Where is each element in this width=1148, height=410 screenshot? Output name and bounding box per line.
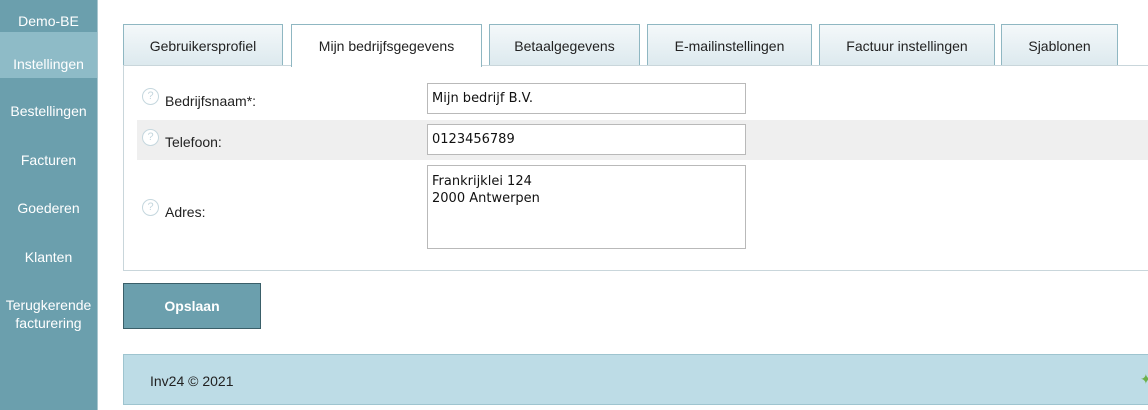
help-icon[interactable]: ?: [142, 88, 159, 105]
sidebar-item-terugkerende-facturering[interactable]: Terugkerende facturering: [0, 296, 97, 332]
sidebar-item-bestellingen[interactable]: Bestellingen: [0, 102, 97, 120]
tab-gebruikersprofiel[interactable]: Gebruikersprofiel: [123, 24, 283, 66]
leaf-icon: ✦: [1140, 371, 1148, 387]
help-icon[interactable]: ?: [142, 199, 159, 216]
help-icon[interactable]: ?: [142, 129, 159, 146]
tab-e-mailinstellingen[interactable]: E-mailinstellingen: [647, 24, 812, 66]
footer: Inv24 © 2021 ✦: [123, 354, 1148, 405]
address-label: Adres:: [165, 204, 206, 220]
tab-sjablonen[interactable]: Sjablonen: [1001, 24, 1118, 66]
company-name-input[interactable]: [427, 83, 746, 114]
phone-row: ? Telefoon:: [137, 120, 1148, 160]
address-row: ? Adres: Frankrijklei 124 2000 Antwerpen: [137, 162, 1148, 254]
sidebar-item-klanten[interactable]: Klanten: [0, 248, 97, 266]
brand-label: Demo-BE: [18, 13, 79, 29]
company-name-row: ? Bedrijfsnaam*:: [137, 78, 1148, 118]
tab-mijn-bedrijfsgegevens[interactable]: Mijn bedrijfsgegevens: [291, 24, 482, 67]
footer-copyright: Inv24 © 2021: [150, 373, 234, 389]
address-textarea[interactable]: Frankrijklei 124 2000 Antwerpen: [427, 165, 746, 249]
sidebar: Demo-BE Instellingen Bestellingen Factur…: [0, 0, 98, 410]
phone-label: Telefoon:: [165, 134, 222, 150]
company-name-label: Bedrijfsnaam*:: [165, 93, 257, 109]
save-button[interactable]: Opslaan: [123, 283, 261, 329]
tab-factuur-instellingen[interactable]: Factuur instellingen: [819, 24, 995, 66]
sidebar-item-facturen[interactable]: Facturen: [0, 151, 97, 169]
app-window: Demo-BE Instellingen Bestellingen Factur…: [0, 0, 1148, 410]
sidebar-item-instellingen[interactable]: Instellingen: [0, 32, 97, 78]
sidebar-item-goederen[interactable]: Goederen: [0, 199, 97, 217]
phone-input[interactable]: [427, 124, 746, 155]
tab-betaalgegevens[interactable]: Betaalgegevens: [489, 24, 640, 66]
